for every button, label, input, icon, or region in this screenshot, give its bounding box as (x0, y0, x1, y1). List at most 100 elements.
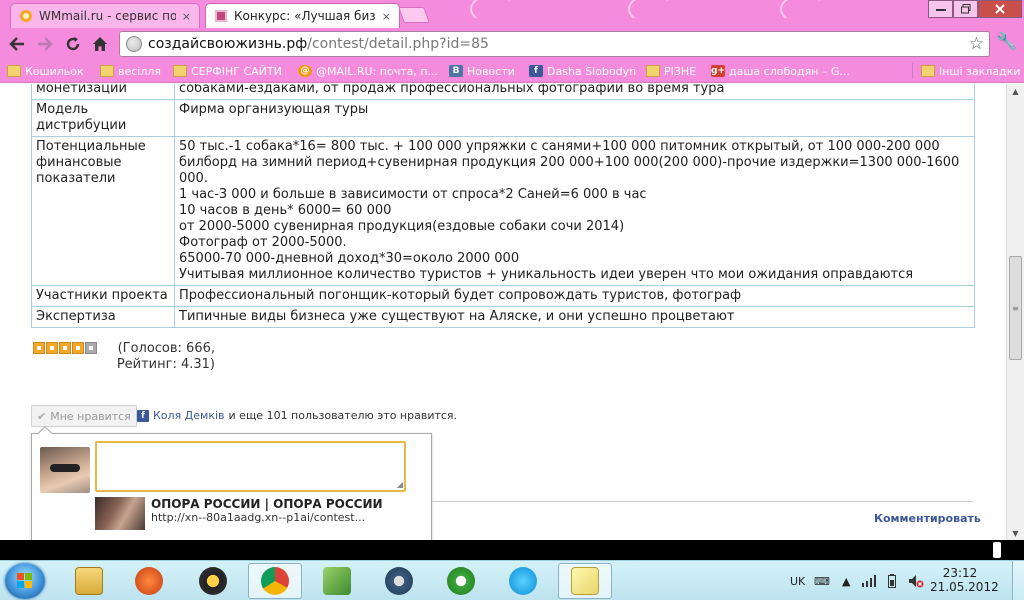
taskbar-aimp[interactable] (186, 563, 240, 599)
close-window-button[interactable] (978, 0, 1022, 18)
votes-text: (Голосов: 666, Рейтинг: 4.31) (116, 341, 215, 372)
tray-expand-icon[interactable]: ▲ (842, 561, 850, 600)
tab-label: WMmail.ru - сервис почто (39, 9, 176, 23)
comment-link[interactable]: Комментировать (874, 512, 981, 525)
comment-textarea[interactable]: ◢ (95, 441, 406, 492)
decor-swirl (628, 0, 674, 24)
like-button[interactable]: ✔ Мне нравится (31, 405, 137, 427)
bookmark-star-icon[interactable]: ☆ (969, 34, 984, 54)
scroll-thumb[interactable]: ≡ (1009, 256, 1022, 360)
star-rating[interactable] (33, 342, 98, 354)
row-key: Экспертиза (31, 306, 175, 328)
minimize-button[interactable] (928, 0, 953, 18)
other-bookmarks[interactable]: Інші закладки (912, 63, 1020, 79)
battery-icon[interactable] (888, 574, 896, 588)
likes-text: и еще 101 пользователю это нравится. (228, 409, 458, 422)
new-tab-button[interactable] (398, 7, 430, 23)
bookmark-item[interactable]: g+ даша слободян – G... (711, 63, 850, 79)
taskbar-explorer[interactable] (62, 563, 116, 599)
rating-star-icon[interactable] (59, 342, 71, 354)
scroll-down-icon[interactable]: ▼ (1007, 526, 1024, 540)
value-line: 10 часов в день* 6000= 60 000 (179, 203, 392, 218)
taskbar-skype[interactable] (496, 563, 550, 599)
project-info-table: монетизации собаками-ездаками, от продаж… (31, 84, 975, 328)
address-bar[interactable]: создайсвоюжизнь.рф /contest/detail.php?i… (119, 31, 990, 57)
bookmark-item[interactable]: РІЗНЕ (646, 63, 696, 79)
home-icon (93, 37, 107, 51)
vertical-scrollbar[interactable]: ▲ ≡ ▼ (1006, 84, 1024, 540)
taskbar-green-app[interactable] (310, 563, 364, 599)
bookmark-item[interactable]: f Dasha Slobodyn (529, 63, 636, 79)
reload-icon (66, 37, 80, 51)
bookmark-item[interactable]: Кошильок (7, 63, 84, 79)
value-line: Учитывая миллионное количество туристов … (179, 267, 914, 282)
row-key: монетизации (31, 84, 175, 100)
tab-contest[interactable]: Конкурс: «Лучшая бизнес × (205, 3, 400, 28)
taskbar-ccleaner[interactable] (122, 563, 176, 599)
row-value: Фирма организующая туры (174, 99, 975, 137)
taskbar-utorrent[interactable] (434, 563, 488, 599)
folder-icon (7, 65, 21, 77)
value-line: Фотограф от 2000-5000. (179, 235, 347, 250)
explorer-icon (75, 567, 103, 595)
rating-star-icon[interactable] (33, 342, 45, 354)
tab-close-icon[interactable]: × (382, 10, 391, 23)
bookmark-item[interactable]: СЕРФІНГ САЙТИ (173, 63, 282, 79)
bookmarks-bar: Кошильок весілля СЕРФІНГ САЙТИ @ @MAIL.RU… (0, 59, 1024, 83)
resize-grip-icon[interactable]: ◢ (397, 480, 403, 489)
windows-logo-icon (17, 573, 33, 589)
show-desktop-button[interactable] (1012, 561, 1024, 600)
table-row: Потенциальные финансовые показатели 50 т… (31, 136, 975, 286)
decor-swirl (780, 0, 826, 24)
start-button[interactable] (5, 563, 45, 599)
minimize-icon (935, 9, 946, 11)
forward-button[interactable] (34, 33, 56, 55)
rating-star-icon[interactable] (72, 342, 84, 354)
signal-icon[interactable] (862, 575, 876, 587)
tab-close-icon[interactable]: × (182, 10, 191, 23)
bookmark-item[interactable]: весілля (100, 63, 161, 79)
utorrent-icon (447, 567, 475, 595)
share-comment-popup: ◢ ОПОРА РОССИИ | ОПОРА РОССИИ http://xn-… (31, 425, 432, 540)
notes-icon (571, 567, 599, 595)
taskbar-gear-app[interactable] (372, 563, 426, 599)
rating-star-icon[interactable] (85, 342, 97, 354)
reload-button[interactable] (62, 33, 84, 55)
folder-icon (921, 65, 935, 77)
language-indicator[interactable]: UK (790, 561, 805, 600)
share-title: ОПОРА РОССИИ | ОПОРА РОССИИ (151, 497, 383, 511)
home-button[interactable] (89, 33, 111, 55)
vk-icon: B (449, 65, 463, 77)
skype-icon (509, 567, 537, 595)
page-content: монетизации собаками-ездаками, от продаж… (0, 84, 1006, 540)
rating-star-icon[interactable] (46, 342, 58, 354)
folder-icon (646, 65, 660, 77)
keyboard-icon[interactable]: ⌨ (814, 561, 830, 600)
tab-wmmail[interactable]: WMmail.ru - сервис почто × (10, 3, 200, 28)
divider (432, 501, 973, 502)
title-bar: WMmail.ru - сервис почто × Конкурс: «Луч… (0, 0, 1024, 28)
value-line: 65000-70 000-дневной доход*30=около 2000… (179, 251, 520, 266)
row-value: Типичные виды бизнеса уже существуют на … (174, 306, 975, 328)
scroll-up-icon[interactable]: ▲ (1007, 84, 1024, 98)
back-button[interactable] (6, 33, 28, 55)
tab-label: Конкурс: «Лучшая бизнес (234, 9, 376, 23)
row-value: 50 тыс.-1 собака*16= 800 тыс. + 100 000 … (174, 136, 975, 286)
table-row: Экспертиза Типичные виды бизнеса уже сущ… (31, 306, 975, 328)
value-line: 50 тыс.-1 собака*16= 800 тыс. + 100 000 … (179, 139, 960, 186)
forward-arrow-icon (38, 37, 53, 51)
taskbar-notes[interactable] (558, 563, 612, 599)
friend-link[interactable]: Коля Демків (153, 409, 225, 422)
taskbar-chrome[interactable] (248, 563, 302, 599)
aimp-icon (199, 567, 227, 595)
volume-muted-icon[interactable] (908, 574, 924, 588)
restore-button[interactable] (953, 0, 978, 18)
facebook-icon: f (529, 65, 543, 77)
page-info-icon[interactable] (126, 36, 142, 52)
app-gear-icon (385, 567, 413, 595)
bookmark-item[interactable]: @ @MAIL.RU: почта, п... (298, 63, 438, 79)
bookmark-item[interactable]: B Новости (449, 63, 515, 79)
value-line: от 2000-5000 сувенирная продукция(ездовы… (179, 219, 625, 234)
wrench-menu-icon[interactable]: 🔧 (996, 32, 1017, 52)
clock[interactable]: 23:12 21.05.2012 (930, 566, 999, 594)
